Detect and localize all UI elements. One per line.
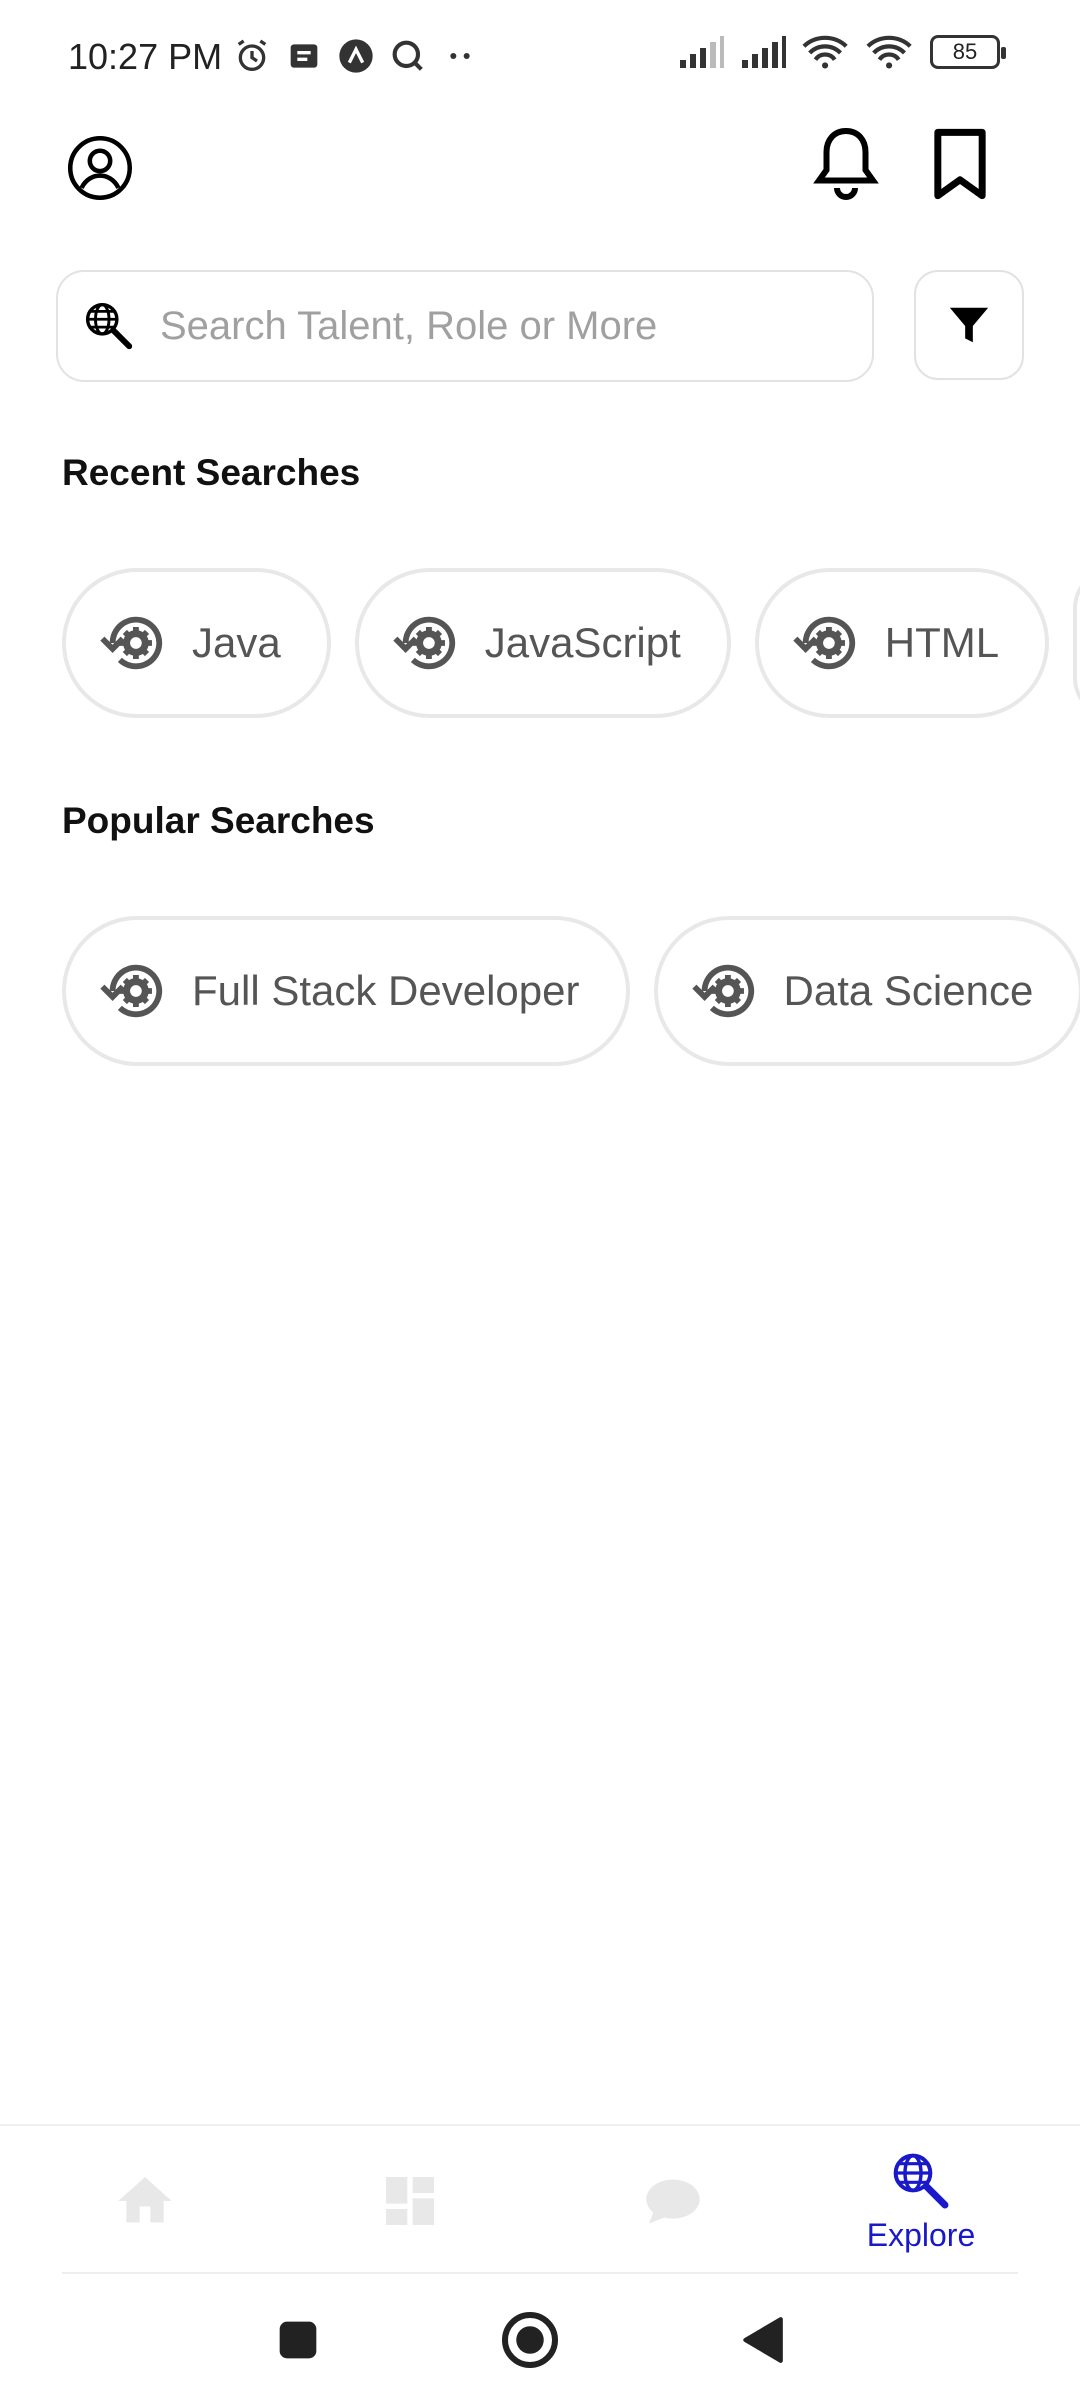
notifications-bell-icon[interactable] xyxy=(810,124,882,204)
status-bar: 10:27 PM 85 xyxy=(0,0,1080,120)
recent-chip[interactable]: HTML xyxy=(754,568,1050,718)
recent-chip[interactable]: Java xyxy=(62,568,331,718)
popular-chip[interactable]: Data Science xyxy=(653,916,1080,1066)
circle-home-icon xyxy=(502,2312,558,2368)
bottom-navigation: Explore xyxy=(0,2124,1080,2274)
search-bar[interactable] xyxy=(56,270,874,382)
recent-searches-list: Java JavaScript HTML xyxy=(62,568,1080,718)
app-screen: 10:27 PM 85 Search Talent, Role or More … xyxy=(0,0,1080,2400)
globe-search-icon xyxy=(85,302,133,350)
history-settings-icon xyxy=(100,616,163,670)
filter-icon xyxy=(949,307,989,343)
explore-icon xyxy=(893,2153,949,2208)
recents-button[interactable] xyxy=(266,2308,330,2372)
back-triangle-icon xyxy=(743,2317,783,2363)
home-system-button[interactable] xyxy=(498,2308,562,2372)
search-status-icon xyxy=(392,40,423,71)
notes-icon xyxy=(290,44,318,68)
popular-searches-list: Full Stack Developer Data Science xyxy=(62,916,1080,1066)
square-icon xyxy=(279,2321,317,2359)
history-settings-icon xyxy=(393,616,455,670)
back-button[interactable] xyxy=(730,2308,794,2372)
bookmark-icon[interactable] xyxy=(928,126,992,202)
status-system-icons: 85 xyxy=(678,34,1006,70)
chip-label: Java xyxy=(192,619,281,666)
history-settings-icon xyxy=(100,964,163,1018)
recent-searches-title: Recent Searches xyxy=(62,452,361,493)
top-bar xyxy=(0,120,1080,270)
more-dots-icon xyxy=(450,53,470,59)
wifi-icon xyxy=(866,35,912,69)
alarm-icon xyxy=(237,39,267,71)
nav-home[interactable] xyxy=(70,2146,220,2256)
status-notification-icons xyxy=(232,36,480,76)
signal-icon xyxy=(742,36,786,68)
nav-chat[interactable] xyxy=(598,2146,748,2256)
dashboard-icon xyxy=(386,2177,434,2225)
filter-button[interactable] xyxy=(914,270,1024,380)
nav-divider xyxy=(62,2272,1018,2274)
search-input[interactable] xyxy=(160,303,840,349)
chip-label: Data Science xyxy=(783,967,1034,1014)
history-settings-icon xyxy=(793,616,855,670)
chip-label: Full Stack Developer xyxy=(192,967,580,1014)
popular-chip[interactable]: Full Stack Developer xyxy=(62,916,630,1066)
chat-icon xyxy=(646,2179,700,2224)
home-icon xyxy=(118,2177,172,2223)
wifi-link-icon xyxy=(802,35,848,69)
recent-chip-overflow[interactable] xyxy=(1073,568,1080,718)
nav-explore[interactable]: Explore xyxy=(846,2146,996,2256)
status-time: 10:27 PM xyxy=(68,36,223,77)
recent-chip[interactable]: JavaScript xyxy=(354,568,731,718)
battery-icon: 85 xyxy=(930,35,1006,69)
history-settings-icon xyxy=(691,964,754,1018)
nav-dashboard[interactable] xyxy=(335,2146,485,2256)
popular-searches-title: Popular Searches xyxy=(62,800,375,841)
chip-label: JavaScript xyxy=(484,619,681,666)
profile-avatar-icon[interactable] xyxy=(66,134,134,202)
system-navigation-bar xyxy=(0,2280,1080,2400)
app-icon xyxy=(339,39,373,73)
chip-label: HTML xyxy=(884,619,1000,666)
signal-icon xyxy=(680,36,724,68)
nav-explore-label: Explore xyxy=(866,2216,976,2253)
